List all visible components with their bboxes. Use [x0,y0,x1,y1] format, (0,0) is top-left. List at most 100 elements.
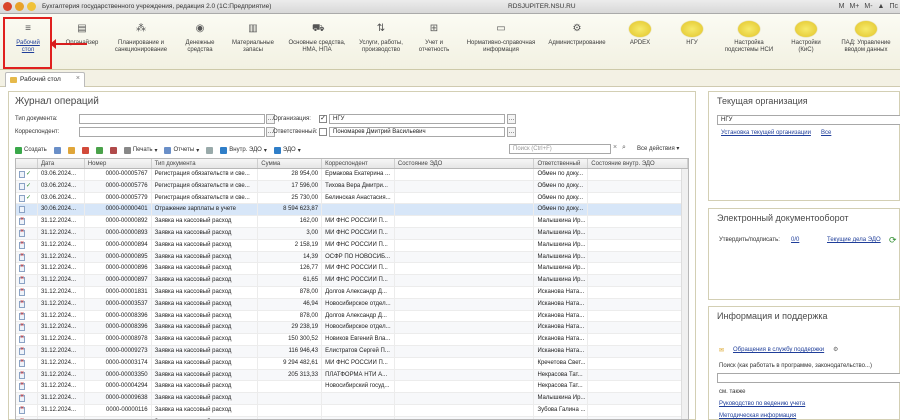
corr-field[interactable] [79,127,265,137]
deleted-doc-icon [19,263,25,273]
reports-button[interactable]: Отчеты ▾ [164,146,199,154]
create-button[interactable]: Создать [15,146,47,154]
memory-plus-button[interactable]: M+ [849,3,859,10]
section-materials[interactable]: ▥ Материальные запасы [228,18,278,54]
table-cell: Тихова Вера Дмитри... [322,180,395,192]
table-cell: Регистрация обязательств и све... [152,180,259,192]
search-icon[interactable]: ⌕ [622,144,626,152]
app-logo-icon[interactable] [3,2,12,11]
table-row[interactable]: 31.12.2024...0000-00009638Заявка на касс… [16,393,688,405]
table-row[interactable]: 31.12.2024...0000-00003537Заявка на касс… [16,298,688,311]
column-header[interactable]: Тип документа [152,159,259,168]
edit-button[interactable] [67,146,75,154]
section-nsi[interactable]: Настройка подсистемы НСИ [720,18,778,54]
table-row[interactable]: 31.12.2024...0000-00000894Заявка на касс… [16,239,688,252]
user-icon[interactable]: ▲ [878,3,885,10]
section-ngu[interactable]: НГУ [672,18,712,47]
column-header[interactable]: Корреспондент [322,159,395,168]
table-row[interactable]: 03.06.2024...0000-00005779Регистрация об… [16,192,688,205]
gear-icon[interactable]: ⚙ [833,346,838,353]
accounting-guide-link[interactable]: Руководство по ведению учета [719,401,805,407]
approve-count-link[interactable]: 0/0 [791,237,799,243]
all-actions-button[interactable]: Все действия ▾ [637,145,679,152]
column-header[interactable]: Сумма [258,159,323,168]
column-header[interactable]: Ответственный [534,159,589,168]
filter-button[interactable] [206,146,214,154]
table-row[interactable]: 30.06.2024... 0000-00000401 Отражение зарп… [16,204,688,217]
table-row[interactable]: 31.12.2024...0000-00008396Заявка на касс… [16,322,688,335]
section-pad[interactable]: ПАД: Управление вводом данных [834,18,898,54]
table-row[interactable]: 31.12.2024...0000-00009273Заявка на касс… [16,345,688,358]
row-state-cell [16,310,38,322]
table-scrollbar[interactable] [681,169,688,419]
refresh-icon[interactable]: ⟳ [889,235,897,246]
doc-type-field[interactable] [79,114,265,124]
table-row[interactable]: 31.12.2024...0000-00008978Заявка на касс… [16,334,688,346]
table-row[interactable]: 31.12.2024...0000-00000895Заявка на касс… [16,251,688,264]
section-admin[interactable]: ⚙ Администрирование [544,18,610,47]
vnutr-edo-button[interactable]: Внутр. ЭДО ▾ [220,146,267,154]
table-row[interactable]: 31.12.2024...0000-00003174Заявка на касс… [16,357,688,370]
table-row[interactable]: 31.12.2024...0000-00008396Заявка на касс… [16,310,688,323]
section-fixed-assets[interactable]: ⛟ Основные средства, НМА, НПА [282,18,352,54]
column-header[interactable]: Дата [38,159,85,168]
table-cell: 61,65 [258,275,323,286]
org-field[interactable]: НГУ [329,114,505,124]
table-row[interactable]: 31.12.2024...0000-00000893Заявка на касс… [16,227,688,240]
column-header[interactable]: Состояние внутр. ЭДО [588,159,688,168]
table-row[interactable]: 31.12.2024...0000-00000897Заявка на касс… [16,275,688,287]
section-reference[interactable]: ▭ Нормативно-справочная информация [460,18,542,54]
resp-select-button[interactable]: … [507,127,516,137]
resp-checkbox[interactable] [319,128,327,136]
table-row[interactable]: 31.12.2024...0000-00003350Заявка на касс… [16,369,688,382]
section-accounting[interactable]: ⊞ Учет и отчетность [412,18,456,54]
column-header[interactable]: Номер [85,159,152,168]
history-icon[interactable] [27,2,36,11]
table-cell [395,369,535,381]
column-header[interactable] [16,159,38,168]
menu-icon[interactable] [15,2,24,11]
table-row[interactable]: 31.12.2024...0000-00000896Заявка на касс… [16,263,688,276]
section-services[interactable]: ⇅ Услуги, работы, производство [352,18,410,54]
all-orgs-link[interactable]: Все [821,130,831,136]
methodical-info-link[interactable]: Методическая информация [719,413,796,419]
table-row[interactable]: 31.12.2024...0000-00000116Заявка на касс… [16,404,688,417]
print-button[interactable]: Печать ▾ [123,146,157,154]
resp-field[interactable]: Пономарев Дмитрий Васильевич [329,127,505,137]
org-select-button[interactable]: … [507,114,516,124]
close-icon[interactable]: × [76,75,80,82]
copy-button[interactable] [53,146,61,154]
table-row[interactable]: 31.12.2024...0000-00001831Заявка на касс… [16,286,688,299]
current-org-field[interactable]: НГУ [717,115,900,125]
support-link[interactable]: Обращения в службу поддержки [733,347,824,353]
clear-search-icon[interactable]: × [613,144,617,151]
unpost-button[interactable] [109,146,117,154]
table-row[interactable]: 03.06.2024...0000-00005767Регистрация об… [16,169,688,181]
table-cell: 0000-00000894 [85,239,152,251]
org-checkbox[interactable]: ✓ [319,115,327,123]
post-button[interactable] [95,146,103,154]
table-row[interactable]: 03.06.2024...0000-00005776Регистрация об… [16,180,688,193]
memory-m-button[interactable]: M [839,3,845,10]
section-cash[interactable]: ◉ Денежные средства [178,18,222,54]
user-name[interactable]: Пс [889,3,898,10]
section-planning[interactable]: ⁂ Планирование и санкционирование [110,18,172,54]
edo-button[interactable]: ЭДО ▾ [273,146,301,154]
plus-icon [15,146,22,154]
help-search-input[interactable] [717,373,900,383]
table-row[interactable]: 31.12.2024...0000-00004294Заявка на касс… [16,381,688,394]
table-cell: 31.12.2024... [38,286,85,298]
section-kis[interactable]: Настройки (КиС) [784,18,828,54]
table-cell: Заявка на кассовый расход [152,345,259,357]
delete-button[interactable] [81,146,89,154]
table-row[interactable]: 31.12.2024...0000-00000892Заявка на касс… [16,216,688,228]
section-label: НГУ [686,40,698,46]
memory-minus-button[interactable]: M- [864,3,872,10]
search-input[interactable]: Поиск (Ctrl+F) [509,144,611,154]
column-header[interactable]: Состояние ЭДО [395,159,535,168]
table-cell [395,298,535,310]
tab-desktop[interactable]: Рабочий стол × [5,72,85,87]
section-apdex[interactable]: APDEX [620,18,660,47]
edo-tasks-link[interactable]: Текущие дела ЭДО [827,237,881,243]
set-org-link[interactable]: Установка текущей организации [721,130,811,136]
